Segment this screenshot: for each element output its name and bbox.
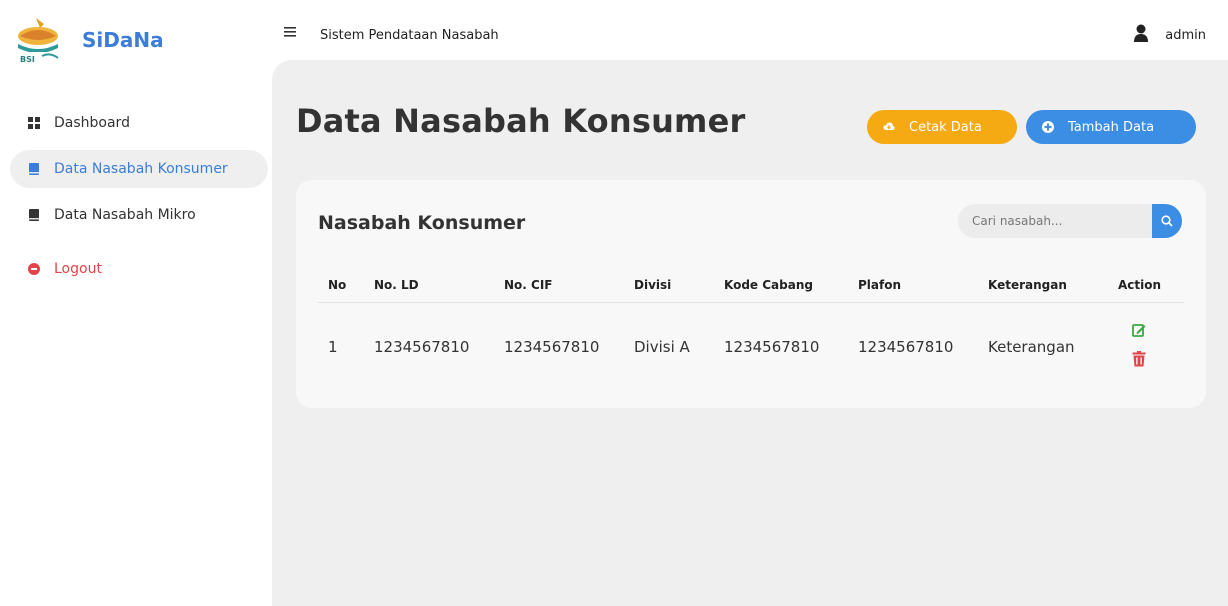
nasabah-table: No No. LD No. CIF Divisi Kode Cabang Pla… — [318, 268, 1184, 392]
cell-divisi: Divisi A — [634, 338, 690, 357]
column-header: Plafon — [848, 268, 978, 303]
column-header: No. CIF — [494, 268, 624, 303]
search-input[interactable] — [958, 214, 1138, 228]
page-title: Data Nasabah Konsumer — [296, 102, 746, 140]
search-box — [958, 204, 1182, 238]
tambah-data-button[interactable]: Tambah Data — [1026, 110, 1196, 144]
top-header: Sistem Pendataan Nasabah admin — [272, 8, 1228, 60]
app-title: Sistem Pendataan Nasabah — [320, 28, 499, 43]
brand-name: SiDaNa — [82, 28, 164, 52]
user-icon — [1133, 24, 1149, 47]
sidebar-nav: Dashboard Data Nasabah Konsumer Data Nas… — [0, 104, 272, 296]
cell-no-ld: 1234567810 — [374, 338, 470, 357]
main-content: Data Nasabah Konsumer Cetak Data Tambah … — [272, 60, 1228, 606]
search-icon — [1161, 215, 1173, 227]
sidebar: BSI SiDaNa Dashboard Data Nasabah Konsum… — [0, 8, 272, 606]
card-title: Nasabah Konsumer — [318, 212, 526, 234]
column-header: No. LD — [364, 268, 494, 303]
sidebar-item-data-nasabah-mikro[interactable]: Data Nasabah Mikro — [0, 196, 272, 234]
nasabah-card: Nasabah Konsumer No No. LD No. CIF Divis… — [296, 180, 1206, 408]
sidebar-item-label: Logout — [54, 261, 102, 277]
cloud-download-icon — [883, 121, 895, 133]
edit-icon[interactable] — [1132, 323, 1174, 341]
svg-text:BSI: BSI — [20, 55, 35, 64]
book-icon — [28, 163, 40, 175]
book-icon — [28, 209, 40, 221]
cell-kode-cabang: 1234567810 — [724, 338, 820, 357]
logout-icon — [28, 263, 40, 275]
sidebar-item-label: Dashboard — [54, 115, 130, 131]
sidebar-item-logout[interactable]: Logout — [0, 250, 272, 288]
cell-no-cif: 1234567810 — [504, 338, 600, 357]
table-header-row: No No. LD No. CIF Divisi Kode Cabang Pla… — [318, 268, 1184, 303]
trash-icon[interactable] — [1132, 351, 1174, 371]
cetak-data-button[interactable]: Cetak Data — [867, 110, 1017, 144]
user-name: admin — [1165, 28, 1206, 43]
user-menu[interactable]: admin — [1133, 24, 1206, 47]
column-header: Action — [1108, 268, 1184, 303]
sidebar-item-dashboard[interactable]: Dashboard — [0, 104, 272, 142]
table-row: 1 1234567810 1234567810 Divisi A 1234567… — [318, 302, 1184, 392]
column-header: Keterangan — [978, 268, 1108, 303]
cell-no: 1 — [328, 338, 338, 357]
search-button[interactable] — [1152, 204, 1182, 238]
cell-keterangan: Keterangan — [988, 338, 1075, 357]
top-strip — [0, 0, 1228, 8]
row-actions — [1118, 323, 1174, 371]
column-header: No — [318, 268, 364, 303]
brand[interactable]: BSI SiDaNa — [14, 14, 164, 66]
bsi-logo: BSI — [14, 14, 62, 66]
sidebar-item-data-nasabah-konsumer[interactable]: Data Nasabah Konsumer — [10, 150, 268, 188]
column-header: Kode Cabang — [714, 268, 848, 303]
cell-action — [1108, 302, 1184, 392]
hamburger-icon[interactable] — [284, 24, 296, 42]
cell-plafon: 1234567810 — [858, 338, 954, 357]
sidebar-item-label: Data Nasabah Konsumer — [54, 161, 228, 177]
sidebar-item-label: Data Nasabah Mikro — [54, 207, 196, 223]
tambah-data-label: Tambah Data — [1068, 119, 1155, 135]
grid-icon — [28, 117, 40, 129]
plus-circle-icon — [1042, 121, 1054, 133]
column-header: Divisi — [624, 268, 714, 303]
cetak-data-label: Cetak Data — [909, 119, 982, 135]
